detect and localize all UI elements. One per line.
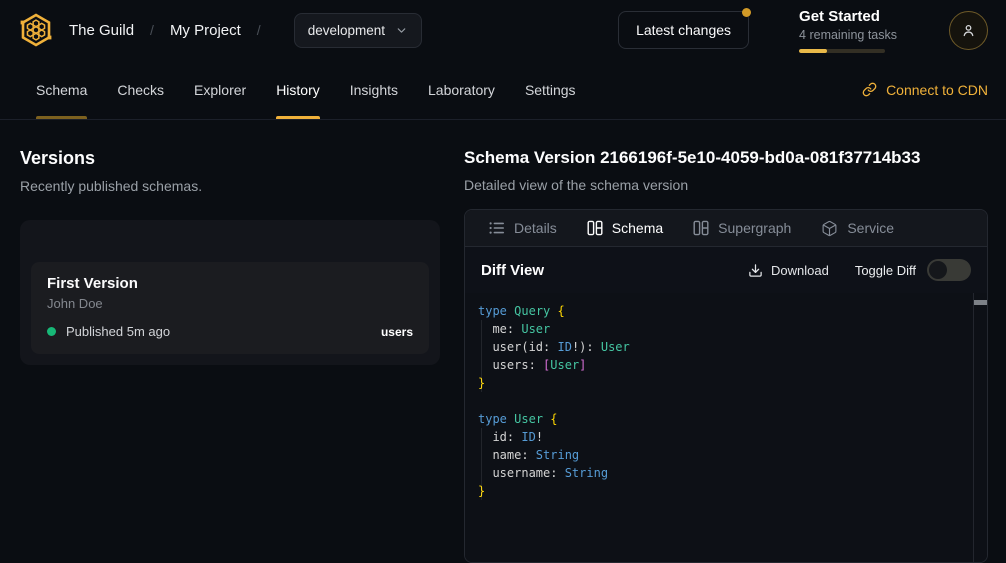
download-label: Download [771,263,829,278]
tab-label: Settings [525,82,576,98]
schema-detail-box: Details Schema Supergr [464,209,988,563]
tab-settings[interactable]: Settings [525,60,576,119]
target-nav-bar: Schema Checks Explorer History Insights … [0,60,1006,120]
breadcrumb-org[interactable]: The Guild [69,22,134,39]
progress-fill [799,49,827,53]
versions-title: Versions [20,148,440,169]
list-icon [489,220,505,236]
tab-label: History [276,82,320,98]
link-icon [862,82,877,97]
diff-view-title: Diff View [481,262,544,279]
columns-icon [693,220,709,236]
tab-service[interactable]: Service [821,220,894,237]
environment-selector-value: development [308,23,385,38]
download-icon [748,263,763,278]
code-content: type Query { me: User user(id: ID!): Use… [478,302,967,500]
notification-dot [742,8,751,17]
tab-schema-inner[interactable]: Schema [587,220,663,236]
latest-changes-button[interactable]: Latest changes [618,11,749,49]
version-list-item[interactable]: First Version John Doe Published 5m ago … [31,262,429,354]
tab-label: Checks [117,82,164,98]
schema-code-viewer[interactable]: type Query { me: User user(id: ID!): Use… [465,293,987,562]
tab-label: Supergraph [718,220,791,236]
service-badge: users [381,325,413,339]
tab-supergraph[interactable]: Supergraph [693,220,791,236]
version-name: First Version [47,275,413,292]
scrollbar-thumb[interactable] [974,300,987,305]
get-started-widget[interactable]: Get Started 4 remaining tasks [799,8,897,53]
tab-label: Schema [36,82,87,98]
version-author: John Doe [47,296,413,311]
tab-label: Details [514,220,557,236]
tab-checks[interactable]: Checks [117,60,164,119]
person-icon [960,22,977,39]
code-scrollbar[interactable] [973,293,987,562]
tab-label: Explorer [194,82,246,98]
versions-list-card: First Version John Doe Published 5m ago … [20,220,440,365]
diff-view-toolbar: Diff View Download Toggle Diff [465,247,987,293]
schema-version-title: Schema Version 2166196f-5e10-4059-bd0a-0… [464,148,988,168]
tab-label: Service [847,220,894,236]
cube-icon [821,220,838,237]
connect-to-cdn-button[interactable]: Connect to CDN [862,60,988,119]
versions-panel: Versions Recently published schemas. Fir… [20,148,440,563]
toggle-knob [929,261,947,279]
toggle-diff-switch[interactable] [927,259,971,281]
version-status: Published 5m ago [66,324,170,339]
versions-subtitle: Recently published schemas. [20,178,440,194]
published-status-dot [47,327,56,336]
connect-to-cdn-label: Connect to CDN [886,82,988,98]
chevron-down-icon [395,24,408,37]
main-content: Versions Recently published schemas. Fir… [0,120,1006,563]
breadcrumb-project[interactable]: My Project [170,22,241,39]
toggle-diff-label: Toggle Diff [855,263,916,278]
tab-laboratory[interactable]: Laboratory [428,60,495,119]
tab-history[interactable]: History [276,60,320,119]
tab-insights[interactable]: Insights [350,60,398,119]
columns-icon [587,220,603,236]
indent-guide [481,428,482,500]
user-avatar-button[interactable] [949,11,988,50]
tab-details[interactable]: Details [489,220,557,236]
environment-selector[interactable]: development [294,13,422,48]
breadcrumb-separator: / [150,22,154,38]
get-started-subtitle: 4 remaining tasks [799,28,897,42]
indent-guide [481,320,482,392]
get-started-title: Get Started [799,8,897,25]
tab-label: Insights [350,82,398,98]
tab-label: Schema [612,220,663,236]
schema-version-panel: Schema Version 2166196f-5e10-4059-bd0a-0… [464,148,988,563]
latest-changes-label: Latest changes [636,22,731,38]
download-button[interactable]: Download [748,263,829,278]
schema-detail-tabs: Details Schema Supergr [465,210,987,247]
tab-label: Laboratory [428,82,495,98]
tab-schema[interactable]: Schema [36,60,87,119]
tab-explorer[interactable]: Explorer [194,60,246,119]
schema-version-subtitle: Detailed view of the schema version [464,177,988,193]
breadcrumb-separator: / [257,22,261,38]
guild-hive-logo-icon[interactable] [18,12,54,48]
top-bar: The Guild / My Project / development Lat… [0,0,1006,60]
get-started-progress-bar [799,49,885,53]
